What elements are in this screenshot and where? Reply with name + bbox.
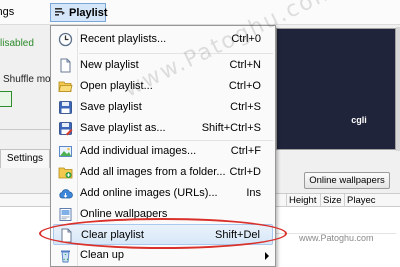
column-header-height[interactable]: Height bbox=[286, 194, 320, 207]
right-panel: cgli Online wallpapers Height Size Playe… bbox=[276, 25, 400, 267]
menu-bar: ttings Playlist bbox=[0, 0, 400, 25]
add-folder-icon bbox=[58, 167, 73, 179]
menu-item-shortcut: Ctrl+0 bbox=[231, 33, 261, 45]
menu-item-shortcut: Shift+Del bbox=[215, 229, 260, 241]
scrollbar[interactable] bbox=[396, 27, 400, 151]
menu-item-clean-up[interactable]: Clean up bbox=[53, 245, 273, 266]
left-panel: lisabled Shuffle mo Settings bbox=[0, 25, 51, 267]
menu-item-label: Clear playlist bbox=[81, 229, 144, 241]
playlist-icon bbox=[55, 8, 65, 16]
preview-logo: cgli bbox=[351, 115, 367, 125]
playlist-area bbox=[0, 207, 50, 267]
column-header-size[interactable]: Size bbox=[320, 194, 344, 207]
clear-document-icon bbox=[61, 228, 72, 243]
menu-item-add-folder-images[interactable]: Add all images from a folder... Ctrl+D bbox=[53, 162, 273, 183]
menu-item-label: Add online images (URLs)... bbox=[80, 187, 218, 199]
menu-item-online-wallpapers[interactable]: Online wallpapers bbox=[53, 204, 273, 225]
menu-item-shortcut: Shift+Ctrl+S bbox=[201, 122, 261, 134]
submenu-arrow-icon bbox=[265, 252, 269, 260]
menu-playlist-label: Playlist bbox=[69, 7, 108, 19]
playlist-dropdown-menu: Recent playlists... Ctrl+0 New playlist … bbox=[39, 25, 287, 267]
menu-item-label: Online wallpapers bbox=[80, 208, 168, 220]
menu-item-new-playlist[interactable]: New playlist Ctrl+N bbox=[53, 55, 273, 76]
menu-item-label: Recent playlists... bbox=[80, 33, 167, 45]
status-text: lisabled bbox=[0, 38, 34, 49]
column-header-played[interactable]: Playec bbox=[344, 194, 380, 207]
tab-settings[interactable]: Settings bbox=[0, 149, 50, 168]
app-window: ttings Playlist lisabled Shuffle mo Sett… bbox=[0, 0, 400, 267]
menu-item-label: New playlist bbox=[80, 59, 139, 71]
menu-item-open-playlist[interactable]: Open playlist... Ctrl+O bbox=[53, 76, 273, 97]
menu-separator bbox=[79, 53, 273, 54]
shuffle-toggle[interactable] bbox=[0, 91, 12, 107]
menu-item-label: Save playlist as... bbox=[80, 122, 166, 134]
menu-playlist[interactable]: Playlist bbox=[50, 3, 108, 22]
add-image-icon bbox=[59, 146, 72, 157]
menu-item-shortcut: Ins bbox=[246, 187, 261, 199]
menu-item-label: Save playlist bbox=[80, 101, 142, 113]
menu-item-clear-playlist[interactable]: Clear playlist Shift+Del bbox=[53, 224, 273, 245]
menu-item-label: Clean up bbox=[80, 249, 125, 261]
clock-icon bbox=[58, 32, 73, 47]
online-wallpapers-icon bbox=[59, 208, 72, 221]
menu-item-shortcut: Ctrl+D bbox=[229, 166, 261, 178]
menu-item-add-individual-images[interactable]: Add individual images... Ctrl+F bbox=[53, 141, 273, 162]
wallpaper-preview: cgli bbox=[276, 28, 396, 150]
menu-item-label: Open playlist... bbox=[80, 80, 153, 92]
cloud-icon bbox=[59, 189, 73, 199]
folder-open-icon bbox=[58, 81, 73, 92]
menu-item-shortcut: Ctrl+N bbox=[229, 59, 261, 71]
menu-item-label: Add individual images... bbox=[80, 145, 197, 157]
menu-item-add-online-images[interactable]: Add online images (URLs)... Ins bbox=[53, 183, 273, 204]
save-as-icon bbox=[59, 122, 73, 136]
menu-item-save-playlist[interactable]: Save playlist Ctrl+S bbox=[53, 97, 273, 118]
menu-item-shortcut: Ctrl+F bbox=[230, 145, 261, 157]
divider bbox=[0, 129, 50, 130]
list-header bbox=[0, 193, 50, 207]
save-icon bbox=[59, 101, 72, 114]
menu-item-shortcut: Ctrl+S bbox=[230, 101, 261, 113]
menu-item-recent-playlists[interactable]: Recent playlists... Ctrl+0 bbox=[53, 29, 273, 50]
menu-item-shortcut: Ctrl+O bbox=[228, 80, 261, 92]
watermark-text: www.Patoghu.com bbox=[299, 233, 374, 243]
menu-item-label: Add all images from a folder... bbox=[80, 166, 226, 178]
shuffle-mode-label: Shuffle mo bbox=[3, 74, 51, 85]
new-document-icon bbox=[60, 58, 71, 73]
online-wallpapers-button[interactable]: Online wallpapers bbox=[304, 172, 390, 189]
table-header: Height Size Playec bbox=[276, 193, 400, 207]
menu-settings[interactable]: ttings bbox=[0, 3, 20, 22]
recycle-icon bbox=[61, 250, 70, 263]
menu-item-save-playlist-as[interactable]: Save playlist as... Shift+Ctrl+S bbox=[53, 118, 273, 139]
